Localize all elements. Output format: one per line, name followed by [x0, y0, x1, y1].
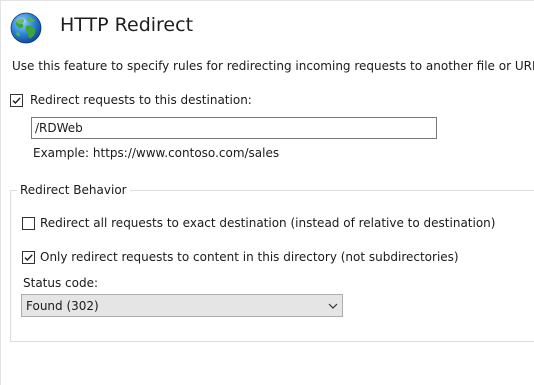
redirect-destination-checkbox[interactable] — [10, 94, 23, 107]
checkmark-icon — [24, 254, 33, 262]
destination-example: Example: https://www.contoso.com/sales — [33, 146, 280, 160]
chevron-down-icon — [328, 303, 338, 309]
left-border — [0, 0, 1, 385]
status-code-dropdown[interactable]: Found (302) — [21, 294, 343, 317]
exact-destination-label[interactable]: Redirect all requests to exact destinati… — [40, 216, 495, 230]
status-code-value: Found (302) — [26, 299, 99, 313]
redirect-behavior-legend: Redirect Behavior — [17, 183, 130, 197]
feature-description: Use this feature to specify rules for re… — [12, 59, 534, 73]
globe-icon — [10, 12, 42, 44]
status-code-label: Status code: — [23, 276, 99, 290]
redirect-destination-label[interactable]: Redirect requests to this destination: — [30, 93, 252, 107]
redirect-destination-value: /RDWeb — [35, 121, 83, 135]
redirect-behavior-group — [10, 190, 534, 342]
top-border — [0, 0, 534, 1]
exact-destination-checkbox[interactable] — [22, 217, 35, 230]
http-redirect-page: HTTP Redirect Use this feature to specif… — [0, 0, 534, 385]
page-title: HTTP Redirect — [60, 14, 194, 36]
checkmark-icon — [12, 97, 21, 105]
redirect-destination-input[interactable]: /RDWeb — [31, 117, 437, 139]
only-this-directory-label[interactable]: Only redirect requests to content in thi… — [40, 250, 459, 264]
only-this-directory-checkbox[interactable] — [22, 251, 35, 264]
